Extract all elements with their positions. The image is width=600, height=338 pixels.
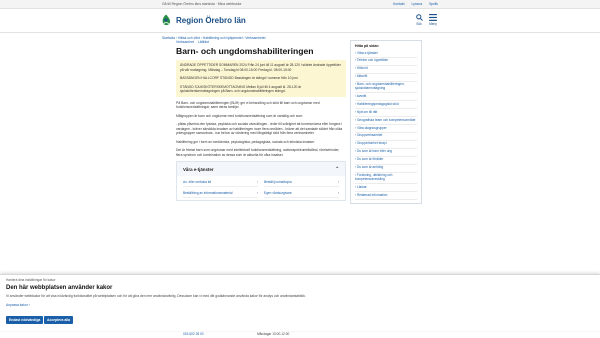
region-logo-icon — [162, 14, 171, 26]
top-utility-bar: Gå till Region Örebro läns startsida · M… — [0, 0, 600, 9]
footer-phone[interactable]: 019-602 28 00 — [183, 332, 204, 336]
eservices-list: Av- eller ombokа tid › Beställ journalkop… — [177, 176, 345, 201]
page-toc-sidebar: Hitta på sidan › Våra e-tjänster › Telefo… — [350, 40, 422, 205]
eservice-item[interactable]: Beställ journalkopia › — [264, 178, 339, 188]
body-paragraph: Habilitering ger i form av medicinska, p… — [176, 139, 315, 144]
main-content: Verksamhet Lättläst Barn- och ungdomshab… — [176, 40, 346, 202]
cookie-hint: Hantera dina inställningar för kakor — [6, 278, 56, 282]
listen-link[interactable]: Lyssna — [412, 0, 423, 9]
eservices-panel: Våra e-tjänster ⌃ Av- eller ombokа tid › … — [176, 161, 346, 202]
site-logo[interactable]: Region Örebro län — [160, 14, 246, 27]
cookie-title: Den här webbplatsen använder kakor — [6, 285, 113, 291]
body-paragraph: - påtas påverka den fysiska, psykiska oc… — [176, 122, 343, 136]
toplink-lattlast[interactable]: Lättläst — [198, 40, 209, 44]
notice-box: ÄNDRADE ÖPPETTIDER SOMMAREN 2024 Från 24… — [176, 60, 346, 97]
site-header: Region Örebro län Sök Meny — [0, 9, 600, 33]
eservices-header[interactable]: Våra e-tjänster ⌃ — [177, 162, 345, 176]
logo-text: Region Örebro län — [176, 16, 246, 25]
toc-item[interactable]: › Våra diagnosgrupper — [355, 125, 417, 133]
footer-contact: 019-602 28 00 Måndagar 10:00-12:00 — [0, 331, 600, 338]
toc-item[interactable]: › Gruppverksamhet — [355, 133, 417, 141]
toc-item[interactable]: › Forskning, utbildning och kompetensutv… — [355, 173, 417, 185]
body-paragraph: Målgruppen är barn och ungdomar med funk… — [176, 113, 303, 118]
top-links: Kontakt Lyssna Språk — [393, 0, 438, 9]
toc-item[interactable]: › Grupperbarhet terapi — [355, 141, 417, 149]
chevron-up-icon: ⌃ — [335, 166, 339, 172]
toc-item[interactable]: › Nytt om till rätt — [355, 109, 417, 118]
toc-item[interactable]: › Geografiska team och kompetensområde — [355, 117, 417, 126]
toc-item[interactable]: › Telefon och öppettider — [355, 58, 417, 66]
arrow-right-icon: › — [337, 180, 339, 185]
body-paragraph: På Barn- och ungdomshabiliteringen (BUH)… — [176, 100, 320, 110]
notice-pool-closed: BASSÄNGEN HALLCORF STÄNGD Bassängen är s… — [180, 76, 299, 81]
page-toplinks: Verksamhet Lättläst — [176, 40, 346, 44]
toc-item[interactable]: › Relaterad information — [355, 192, 417, 201]
menu-button[interactable]: Meny — [426, 14, 440, 26]
footer-hours: Måndagar 10:00-12:00 — [257, 332, 290, 336]
eservice-item[interactable]: Egen vårdsurgivare › — [264, 189, 339, 199]
necessary-only-button[interactable]: Endast nödvändiga — [6, 316, 44, 324]
arrow-right-icon: › — [256, 191, 258, 196]
toc-item[interactable]: › Barn- och ungdomshabiliteringen, sjuks… — [355, 82, 417, 94]
toc-item[interactable]: › Du som är barn eller ung — [355, 149, 417, 157]
toc-item[interactable]: › Hitta hit — [355, 66, 417, 74]
contact-link[interactable]: Kontakt — [393, 0, 405, 9]
toc-item[interactable]: › Avsnitt — [355, 93, 417, 102]
toc-item[interactable]: › Länkar — [355, 184, 417, 193]
toc-item[interactable]: › Du som är förälder — [355, 157, 417, 165]
cookie-description: Vi använder webbkakor för att visa nödvä… — [6, 294, 306, 298]
eservice-item[interactable]: Av- eller ombokа tid › — [183, 178, 258, 188]
notice-nurse-closed: STÄNGD SJUKSKÖTERSKEMOTTAGNING Mellan 8 … — [180, 84, 302, 94]
search-label: Sök — [416, 22, 422, 26]
top-left-text[interactable]: Gå till Region Örebro läns startsida · M… — [162, 0, 242, 9]
hamburger-icon — [429, 14, 437, 21]
accept-all-button[interactable]: Acceptera alla — [44, 316, 73, 324]
arrow-right-icon: › — [337, 191, 339, 196]
eservice-item[interactable]: Beställning av informationsmaterial › — [183, 189, 258, 199]
body-text: På Barn- och ungdomshabiliteringen (BUH)… — [176, 101, 346, 158]
body-paragraph: Det är främst barn som ungdomar med inte… — [176, 148, 340, 157]
toc-item[interactable]: › Du som är anhörig — [355, 165, 417, 173]
customize-cookies-link[interactable]: Anpassa kakor › — [6, 303, 30, 307]
toplink-verksamhet[interactable]: Verksamhet — [176, 40, 194, 44]
toc-list: › Våra e-tjänster › Telefon och öppettide… — [355, 50, 417, 201]
cookie-banner: Hantera dina inställningar för kakor Den… — [0, 274, 600, 331]
menu-label: Meny — [429, 22, 437, 26]
toc-item[interactable]: › Våra e-tjänster — [355, 50, 417, 58]
search-icon — [415, 14, 423, 21]
search-button[interactable]: Sök — [412, 14, 426, 26]
toc-item[interactable]: › Habiliteringspedagogiskt stöd — [355, 101, 417, 110]
language-link[interactable]: Språk — [429, 0, 438, 9]
toc-title: Hitta på sidan — [355, 44, 379, 48]
page-title: Barn- och ungdomshabiliteringen — [176, 46, 314, 56]
toc-item[interactable]: › Aktuellt — [355, 74, 417, 82]
arrow-right-icon: › — [256, 180, 258, 185]
notice-opening-hours: ÄNDRADE ÖPPETTIDER SOMMAREN 2024 Från 24… — [180, 63, 341, 72]
eservices-title: Våra e-tjänster — [183, 166, 214, 172]
